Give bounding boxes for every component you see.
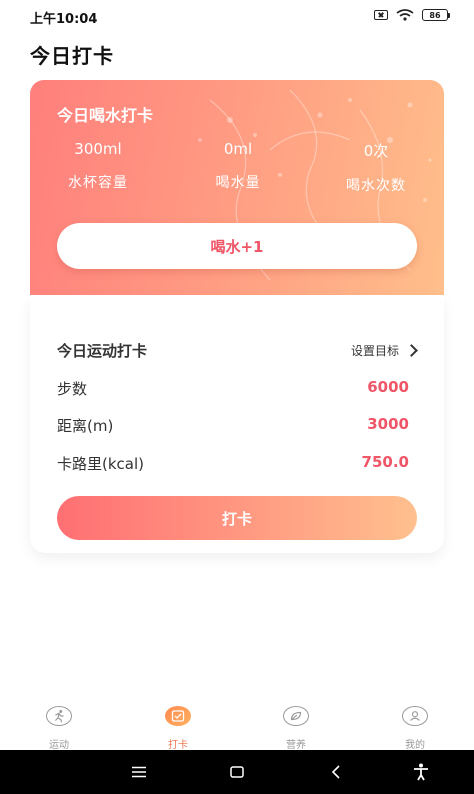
row-label: 卡路里(kcal) [57, 455, 144, 473]
water-card: 今日喝水打卡 300ml 水杯容量 0ml 喝水量 0次 喝水次数 喝水+1 [30, 80, 444, 295]
set-goal-link[interactable]: 设置目标 [350, 342, 418, 359]
stat-label: 喝水次数 [346, 178, 406, 194]
wifi-icon [396, 9, 414, 21]
tab-checkin[interactable]: 打卡 [138, 706, 218, 751]
stat-label: 水杯容量 [68, 175, 128, 191]
stat-water-amount: 0ml 喝水量 [183, 140, 293, 192]
tab-label: 我的 [405, 740, 425, 751]
row-label: 距离(m) [57, 417, 114, 435]
leaf-icon [283, 706, 309, 726]
person-icon [402, 706, 428, 726]
checkin-button[interactable]: 打卡 [57, 496, 417, 540]
status-bar: 上午10:04 86 [0, 0, 474, 34]
stat-value: 0次 [363, 142, 389, 160]
bottom-tab-bar: 运动 打卡 营养 我的 [0, 700, 474, 751]
status-time: 上午10:04 [30, 12, 98, 27]
row-value: 3000 [367, 415, 409, 433]
stat-drink-count: 0次 喝水次数 [321, 140, 431, 195]
set-goal-label: 设置目标 [350, 344, 399, 358]
chevron-right-icon [405, 344, 418, 357]
exercise-card: 今日运动打卡 设置目标 步数 6000 距离(m) 3000 卡路里(kcal)… [30, 295, 444, 553]
row-value: 6000 [367, 378, 409, 396]
system-nav-bar [0, 750, 474, 794]
tab-label: 运动 [49, 740, 69, 751]
stat-cup-capacity: 300ml 水杯容量 [43, 140, 153, 192]
battery-icon: 86 [422, 9, 450, 21]
water-title: 今日喝水打卡 [57, 106, 154, 125]
home-icon[interactable] [217, 750, 257, 794]
tab-exercise[interactable]: 运动 [19, 706, 99, 751]
tab-label: 打卡 [168, 740, 188, 751]
tab-nutrition[interactable]: 营养 [256, 706, 336, 751]
row-label: 步数 [57, 380, 88, 398]
drink-water-button[interactable]: 喝水+1 [57, 223, 417, 269]
calendar-check-icon [165, 706, 191, 726]
stat-label: 喝水量 [215, 175, 261, 191]
back-icon[interactable] [316, 750, 356, 794]
row-value: 750.0 [361, 453, 409, 471]
stat-value: 300ml [74, 140, 122, 158]
accessibility-icon[interactable] [401, 750, 441, 794]
exercise-title: 今日运动打卡 [57, 342, 148, 360]
stat-value: 0ml [223, 140, 253, 158]
running-icon [46, 706, 72, 726]
tab-profile[interactable]: 我的 [375, 706, 455, 751]
tab-label: 营养 [286, 740, 306, 751]
battery-level: 86 [422, 9, 448, 21]
menu-icon[interactable] [119, 750, 159, 794]
no-sim-icon [374, 10, 388, 20]
status-icons: 86 [374, 9, 450, 21]
page-title: 今日打卡 [30, 44, 114, 68]
